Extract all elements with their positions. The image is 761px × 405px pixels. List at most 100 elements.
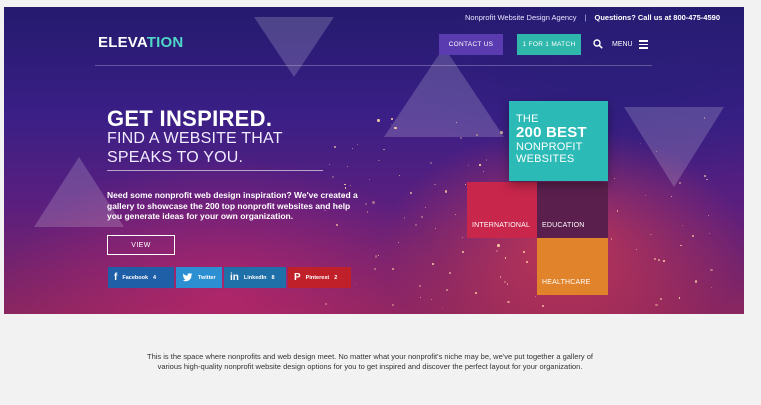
pinterest-share-button[interactable]: P Pinterest 2 [288,267,351,288]
sparkle-dot [660,298,662,300]
share-network-label: Pinterest [305,274,330,281]
share-network-label: Facebook [122,274,149,281]
sparkle-dot [331,175,334,178]
sparkle-dot [432,262,435,265]
sparkle-dot [542,305,544,308]
sparkle-dot [649,233,652,236]
best-websites-tile[interactable]: THE 200 BEST NONPROFIT WEBSITES [509,101,608,181]
sparkle-dot [479,164,481,166]
international-tile[interactable]: INTERNATIONAL [467,182,537,238]
sparkle-dot [398,174,400,176]
intro-paragraph: This is the space where nonprofits and w… [146,352,594,371]
tile-line: WEBSITES [516,153,575,165]
pinterest-icon: P [294,272,301,283]
linkedin-icon: in [230,272,239,283]
hamburger-icon[interactable] [639,40,648,49]
sparkle-dot [507,300,510,304]
share-count: 4 [153,274,157,281]
twitter-icon [182,273,193,282]
contact-us-button[interactable]: CONTACT US [439,34,503,55]
sparkle-dot [349,184,351,186]
sparkle-dot [333,146,336,149]
sparkle-dot [523,250,526,253]
view-button[interactable]: VIEW [107,235,175,255]
sparkle-dot [366,211,369,213]
sparkle-dot [535,296,537,298]
sparkle-dot [503,281,506,283]
sparkle-dot [374,255,378,258]
sparkle-dot [462,250,464,253]
page-frame: Nonprofit Website Design Agency | Questi… [0,0,761,405]
sparkle-dot [410,191,413,194]
sparkle-dot [692,234,695,237]
decor-triangle [384,47,504,137]
sparkle-dot [526,261,528,263]
share-count: 2 [334,274,338,281]
sparkle-dot [694,280,697,283]
sparkle-dot [325,302,328,305]
top-bar: Nonprofit Website Design Agency | Questi… [465,13,720,22]
sparkle-dot [404,217,406,219]
sparkle-dot [374,267,377,271]
sparkle-dot [378,159,380,162]
hero-subheadline: FIND A WEBSITE THAT SPEAKS TO YOU. [107,130,283,166]
healthcare-tile[interactable]: HEALTHCARE [537,238,608,295]
sparkle-dot [356,144,358,146]
sparkle-dot [369,179,371,181]
sparkle-dot [613,177,615,179]
match-button[interactable]: 1 FOR 1 MATCH [517,34,581,55]
sparkle-dot [434,228,436,230]
hero-intro: Need some nonprofit web design inspirati… [107,190,358,221]
search-icon[interactable] [593,39,603,49]
sparkle-dot [383,148,385,151]
sparkle-dot [495,250,498,253]
sparkle-dot [462,236,463,238]
education-tile[interactable]: EDUCATION [537,182,608,238]
sparkle-dot [448,272,451,274]
sparkle-dot [483,170,484,172]
share-network-label: LinkedIn [243,274,267,281]
tile-label: HEALTHCARE [542,279,591,286]
sparkle-dot [444,190,448,193]
sparkle-dot [425,207,427,209]
logo[interactable]: ELEVATION [98,34,183,51]
sparkle-dot [475,292,478,295]
phone-link[interactable]: Questions? Call us at 800-475-4590 [595,13,720,22]
sparkle-dot [354,284,356,286]
sparkle-dot [352,147,354,149]
sparkle-dot [365,203,368,206]
twitter-share-button[interactable]: Twitter [176,267,222,288]
sparkle-dot [392,304,394,306]
linkedin-share-button[interactable]: in LinkedIn 8 [224,267,286,288]
sparkle-dot [499,276,502,278]
sparkle-dot [655,304,658,307]
sparkle-dot [496,244,500,247]
sparkle-dot [344,187,347,189]
sparkle-dot [710,268,713,272]
sparkle-dot [335,224,338,227]
hero-banner: Nonprofit Website Design Agency | Questi… [4,7,744,314]
sparkle-dot [372,201,375,204]
sparkle-dot [420,297,422,299]
sparkle-dot [506,282,509,285]
top-divider: | [584,13,587,22]
sparkle-dot [708,232,711,235]
facebook-share-button[interactable]: f Facebook 4 [108,267,174,288]
menu-label[interactable]: MENU [612,41,633,48]
sparkle-dot [392,268,394,271]
tile-line: NONPROFIT [516,141,583,153]
sparkle-dot [504,257,506,259]
sparkle-dot [430,298,432,300]
sparkle-dot [468,164,470,166]
facebook-icon: f [114,272,118,283]
sparkle-dot [616,210,619,212]
sparkle-dot [678,297,681,299]
sparkle-dot [441,306,443,308]
sparkle-dot [464,183,466,185]
sparkle-dot [645,195,646,197]
sparkle-dot [446,289,449,292]
sparkle-dot [429,161,432,165]
sparkle-dot [610,238,613,240]
sparkle-dot [680,244,682,247]
sparkle-dot [397,241,399,244]
